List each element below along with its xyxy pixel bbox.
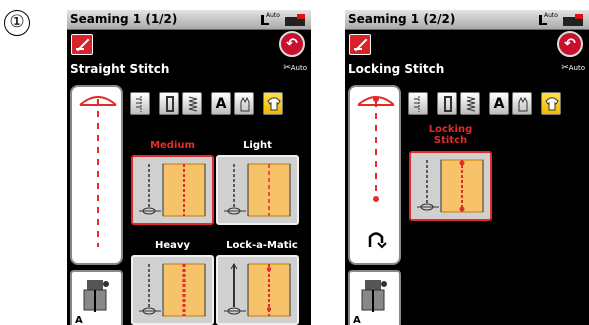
presser-foot-icon	[83, 280, 109, 312]
pattern-label-locking-stitch: Locking Stitch	[428, 124, 473, 146]
straight-stitch-heavy-icon	[139, 263, 206, 317]
straight-stitch-light-icon	[224, 163, 291, 217]
straight-stitch-icon	[139, 163, 206, 217]
needle-position-button[interactable]	[71, 34, 93, 55]
applique-hand-icon[interactable]	[234, 92, 254, 115]
bartack-icon[interactable]	[437, 92, 457, 115]
stitch-preview-graphic	[357, 96, 395, 249]
machine-status-icon	[563, 14, 583, 26]
system-status-icons: Auto	[259, 12, 307, 27]
presser-foot-indicator[interactable]: A	[348, 270, 401, 325]
pattern-label-heavy: Heavy	[155, 240, 190, 251]
overcast-icon[interactable]	[182, 92, 202, 115]
thread-cut-icon: ✂	[283, 63, 291, 73]
title-bar: Seaming 1 (2/2) Auto	[345, 10, 589, 30]
garment-icon[interactable]	[263, 92, 283, 115]
applique-hand-icon[interactable]	[512, 92, 532, 115]
garment-icon[interactable]	[541, 92, 561, 115]
auto-thread-cut-indicator: ✂Auto	[283, 63, 307, 73]
pattern-button-lock-a-matic[interactable]	[216, 255, 299, 325]
foot-letter: A	[75, 315, 83, 325]
letter-a-icon[interactable]: A	[489, 92, 509, 115]
pattern-label-lock-a-matic: Lock-a-Matic	[226, 240, 298, 251]
title-bar: Seaming 1 (1/2) Auto	[67, 10, 311, 30]
machine-status-icon	[285, 14, 305, 26]
pattern-label-light: Light	[243, 140, 272, 151]
overcast-icon[interactable]	[460, 92, 480, 115]
auto-lift-icon: Auto	[537, 12, 559, 27]
bartack-icon[interactable]	[159, 92, 179, 115]
reverse-stitch-button[interactable]: ↶	[557, 31, 583, 57]
buttonhole-icon[interactable]	[130, 92, 150, 115]
presser-foot-indicator[interactable]: A	[70, 270, 123, 325]
thread-cut-icon: ✂	[561, 63, 569, 73]
needle-position-button[interactable]	[349, 34, 371, 55]
stitch-name: Straight Stitch	[70, 62, 170, 76]
auto-lift-icon: Auto	[259, 12, 281, 27]
presser-foot-icon	[361, 280, 387, 312]
stitch-preview-panel	[348, 85, 401, 265]
lock-a-matic-stitch-icon	[224, 263, 291, 317]
reverse-stitch-button[interactable]: ↶	[279, 31, 305, 57]
pattern-button-light[interactable]	[216, 155, 299, 225]
pattern-button-medium[interactable]	[131, 155, 214, 225]
pattern-button-heavy[interactable]	[131, 255, 214, 325]
sewing-screen-1: Seaming 1 (1/2) Auto ↶ Straight Stitch ✂…	[67, 10, 311, 325]
stitch-preview-graphic	[79, 96, 117, 247]
stitch-name: Locking Stitch	[348, 62, 445, 76]
stitch-preview-panel	[70, 85, 123, 265]
category-icon-row: A	[408, 92, 588, 117]
screen-title: Seaming 1 (2/2)	[348, 12, 456, 26]
letter-a-icon[interactable]: A	[211, 92, 231, 115]
buttonhole-icon[interactable]	[408, 92, 428, 115]
pattern-label-medium: Medium	[150, 140, 195, 151]
sewing-screen-2: Seaming 1 (2/2) Auto ↶ Locking Stitch ✂A…	[345, 10, 589, 325]
pattern-button-locking-stitch[interactable]	[409, 151, 492, 221]
locking-stitch-icon	[417, 159, 484, 213]
foot-letter: A	[353, 315, 361, 325]
system-status-icons: Auto	[537, 12, 585, 27]
auto-thread-cut-indicator: ✂Auto	[561, 63, 585, 73]
screen-title: Seaming 1 (1/2)	[70, 12, 178, 26]
category-icon-row: A	[130, 92, 310, 117]
step-number-marker: ①	[4, 10, 30, 36]
